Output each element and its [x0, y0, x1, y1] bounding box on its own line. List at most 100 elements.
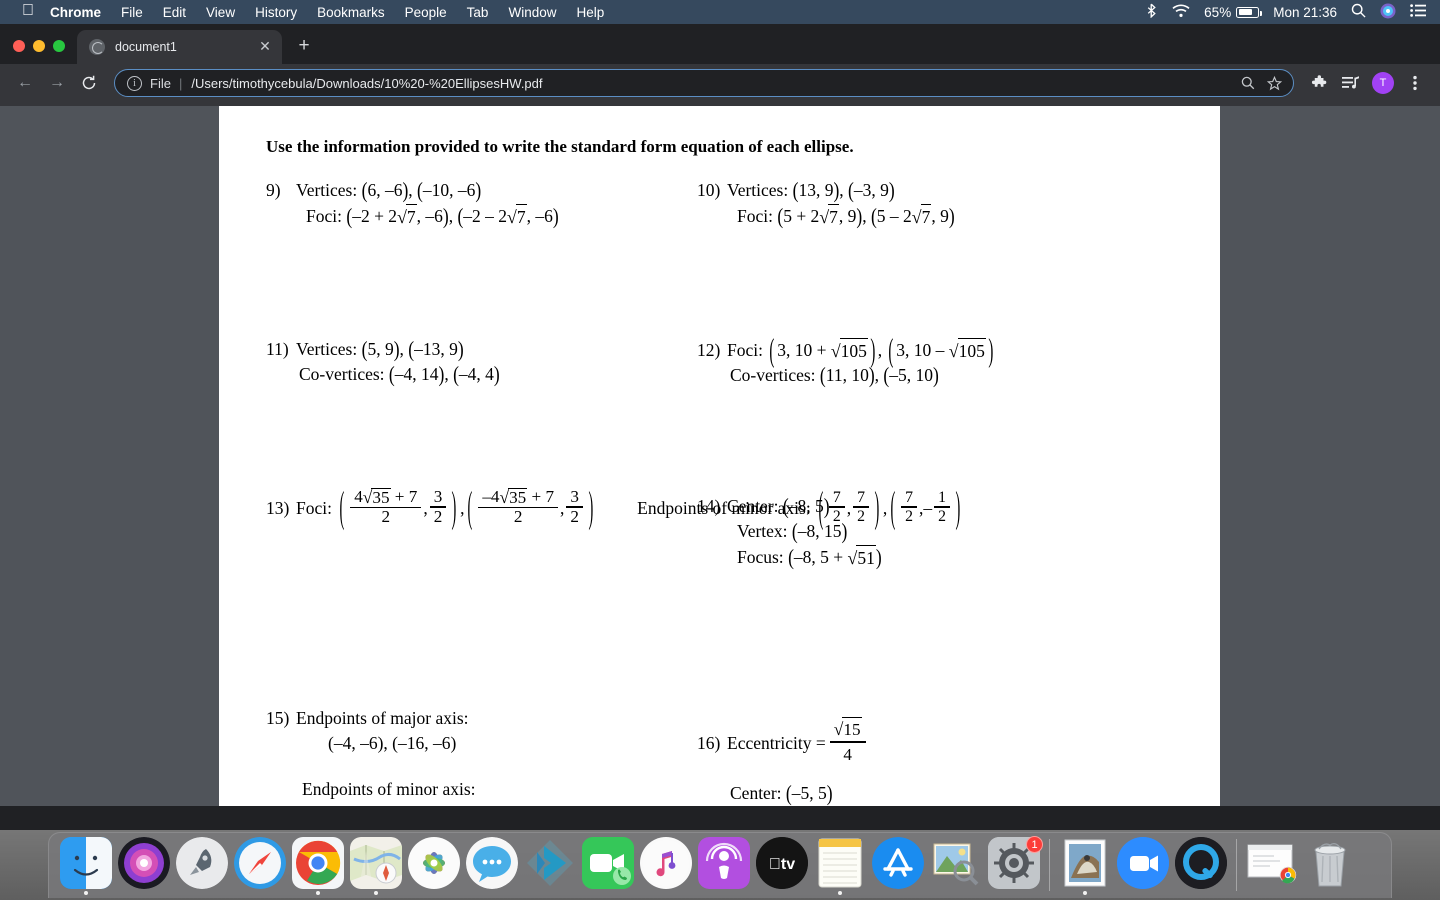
minimize-window-button[interactable]: [33, 40, 45, 52]
svg-text:tv: tv: [769, 856, 795, 873]
problem-label: Focus:: [737, 546, 784, 567]
problem-9: 9) Vertices: (6, –6), (–10, –6) Foci: (–2…: [266, 177, 559, 229]
problem-15: 15) Endpoints of major axis: (–4, –6), (–…: [266, 706, 476, 806]
tab-document1[interactable]: document1 ✕: [77, 30, 282, 64]
facetime-icon: [582, 837, 634, 889]
dock-item-mail[interactable]: [1056, 837, 1114, 899]
menu-item-history[interactable]: History: [255, 5, 297, 20]
dock-item-maps[interactable]: [347, 837, 405, 899]
problem-value: –5, 10: [889, 365, 933, 386]
menu-item-chrome[interactable]: Chrome: [50, 5, 101, 20]
denominator: 2: [381, 507, 391, 527]
dock-item-chrome[interactable]: [289, 837, 347, 899]
tab-strip: document1 ✕ +: [0, 24, 1440, 64]
new-tab-button[interactable]: +: [290, 32, 318, 60]
problem-label: Center:: [727, 496, 779, 516]
three-dot-menu-icon[interactable]: [1400, 68, 1430, 98]
menu-item-edit[interactable]: Edit: [163, 5, 186, 20]
numerator: 7: [905, 489, 913, 506]
spotlight-search-icon[interactable]: [1351, 3, 1366, 21]
problem-label: Endpoints of major axis:: [296, 708, 469, 728]
dock-item-downloads-stack[interactable]: [1243, 837, 1301, 899]
address-bar[interactable]: i File | /Users/timothycebula/Downloads/…: [114, 69, 1294, 97]
battery-percent-label: 65%: [1204, 4, 1232, 20]
menu-item-tab[interactable]: Tab: [467, 5, 489, 20]
radicand: 15: [842, 717, 862, 742]
scheme-label: File: [150, 75, 171, 91]
maximize-window-button[interactable]: [53, 40, 65, 52]
dock-item-podcasts[interactable]: [695, 837, 753, 899]
problem-value: (–4, –6), (–16, –6): [328, 732, 457, 753]
menu-item-view[interactable]: View: [206, 5, 235, 20]
problem-label: Eccentricity =: [727, 733, 826, 754]
problem-16: 16) Eccentricity = √15 4 Center: (–5, 5) …: [697, 717, 868, 806]
apple-logo-icon[interactable]: : [22, 3, 34, 19]
url-text[interactable]: /Users/timothycebula/Downloads/10%20-%20…: [191, 76, 1235, 91]
trash-icon: [1314, 843, 1346, 887]
siri-icon[interactable]: [1380, 3, 1396, 22]
problem-value: –8, 5: [788, 496, 824, 516]
site-info-icon[interactable]: i: [127, 75, 142, 91]
problem-value: –3, 9: [853, 180, 889, 200]
battery-indicator[interactable]: 65%: [1204, 4, 1263, 20]
quicktime-icon: [1175, 837, 1227, 889]
dock-item-appletv[interactable]: tv: [753, 837, 811, 899]
problem-value: , 9: [931, 205, 949, 226]
star-icon[interactable]: [1261, 70, 1287, 96]
itunes-music-note-icon: [643, 840, 689, 886]
dock-item-finder[interactable]: [57, 837, 115, 899]
menu-item-help[interactable]: Help: [576, 5, 604, 20]
magnifier-icon[interactable]: [1235, 70, 1261, 96]
forward-button[interactable]: →: [42, 68, 72, 98]
dock-item-zoom[interactable]: [1114, 837, 1172, 899]
dock-item-preview[interactable]: [927, 837, 985, 899]
dock-item-siri[interactable]: [115, 837, 173, 899]
problem-value: 3, 10 +: [777, 340, 831, 360]
menu-item-window[interactable]: Window: [508, 5, 556, 20]
notes-icon: [818, 838, 862, 888]
denominator: 2: [905, 507, 913, 525]
profile-avatar[interactable]: T: [1372, 72, 1394, 94]
problem-value: 5, 9: [367, 339, 394, 359]
close-window-button[interactable]: [13, 40, 25, 52]
problem-value: –2 – 2: [463, 205, 508, 226]
close-tab-button[interactable]: ✕: [256, 38, 274, 56]
problem-value: , –6: [526, 205, 553, 226]
dock-item-trash[interactable]: [1301, 837, 1359, 899]
denominator: 2: [513, 507, 523, 527]
problem-value: –2 + 2: [352, 205, 398, 226]
puzzle-piece-icon[interactable]: [1304, 68, 1334, 98]
dock-item-system-preferences[interactable]: 1: [985, 836, 1043, 899]
dock-item-safari[interactable]: [231, 837, 289, 899]
dock-item-messages[interactable]: [463, 837, 521, 899]
dock-item-itunes[interactable]: [637, 837, 695, 899]
dock-item-notes[interactable]: [811, 837, 869, 899]
dock-item-facetime[interactable]: [579, 837, 637, 899]
problem-value: –8, 15: [797, 520, 842, 541]
problem-value: 3, 10 –: [896, 340, 949, 360]
reload-button[interactable]: [74, 68, 104, 98]
dock-item-quicktime[interactable]: [1172, 837, 1230, 899]
problem-value: –5, 5: [791, 783, 827, 804]
problem-label: Foci:: [306, 205, 342, 226]
running-indicator: [838, 891, 842, 895]
wifi-icon[interactable]: [1172, 4, 1190, 21]
menu-item-bookmarks[interactable]: Bookmarks: [317, 5, 385, 20]
media-list-icon[interactable]: [1336, 68, 1366, 98]
pdf-viewer: Use the information provided to write th…: [0, 106, 1440, 806]
preview-icon: [933, 843, 979, 886]
problem-label: Foci:: [737, 205, 773, 226]
podcasts-icon: [698, 837, 750, 889]
problem-label: Vertices:: [296, 339, 358, 359]
control-center-icon[interactable]: [1410, 4, 1426, 20]
dock-item-appstore[interactable]: [869, 837, 927, 899]
safari-compass-icon: [234, 837, 286, 889]
bluetooth-icon[interactable]: [1145, 3, 1158, 21]
menu-item-file[interactable]: File: [121, 5, 143, 20]
dock-item-photos[interactable]: [405, 837, 463, 899]
dock-item-launchpad[interactable]: [173, 837, 231, 899]
dock-item-kodi[interactable]: [521, 837, 579, 899]
back-button[interactable]: ←: [10, 68, 40, 98]
menu-item-people[interactable]: People: [405, 5, 447, 20]
menu-bar-clock[interactable]: Mon 21:36: [1273, 5, 1337, 20]
